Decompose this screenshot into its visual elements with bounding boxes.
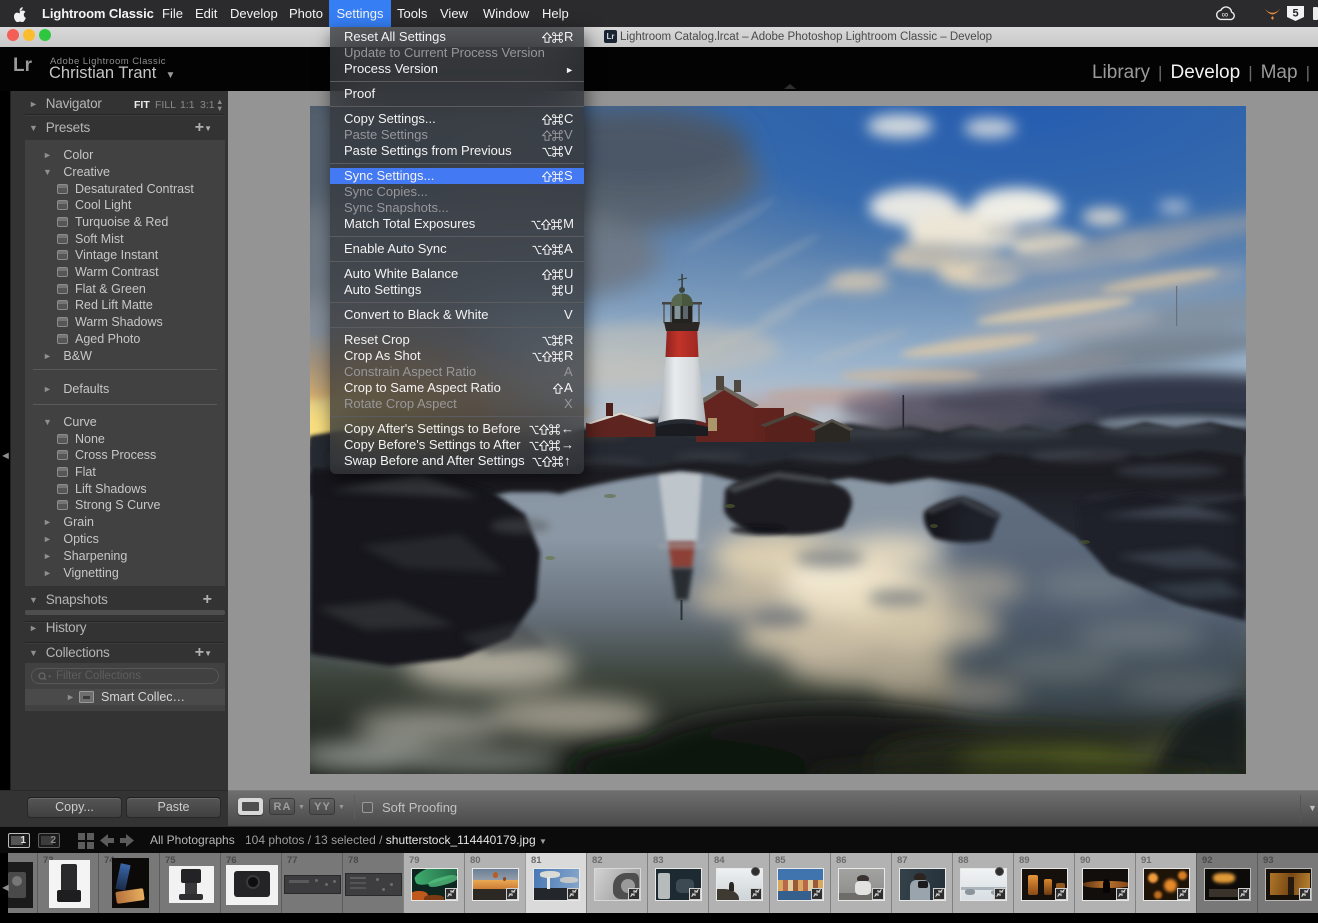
svg-text:5: 5 [1292, 8, 1298, 20]
svg-text:∞: ∞ [1222, 9, 1229, 20]
